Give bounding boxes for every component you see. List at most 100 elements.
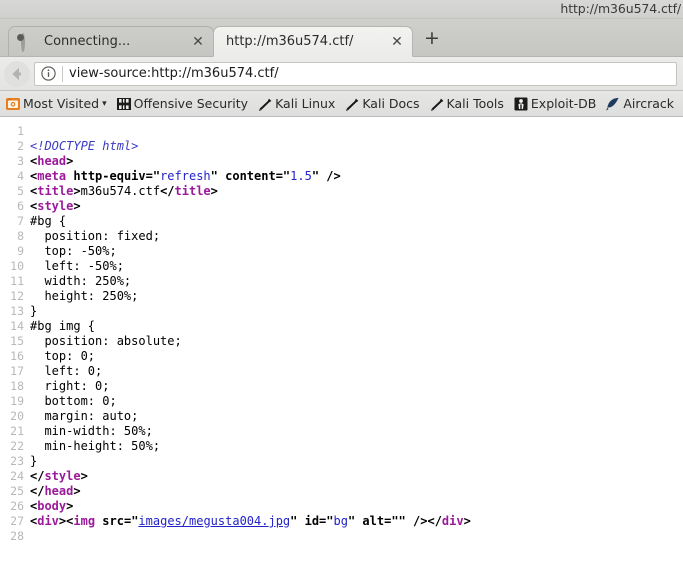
code-line: 25 </head> bbox=[0, 484, 683, 499]
code-token: top: -50%; bbox=[30, 244, 117, 258]
line-number: 28 bbox=[10, 529, 24, 543]
exploit-db-icon bbox=[514, 97, 528, 110]
code-text: margin: auto; bbox=[30, 409, 683, 424]
code-line: 1 bbox=[0, 124, 683, 139]
new-tab-button[interactable]: + bbox=[417, 24, 447, 54]
code-line: 24 </style> bbox=[0, 469, 683, 484]
chevron-down-icon[interactable]: ▾ bbox=[102, 99, 107, 109]
line-number: 1 bbox=[17, 124, 24, 138]
bookmark-label: Offensive Security bbox=[133, 96, 249, 111]
code-line: 26 <body> bbox=[0, 499, 683, 514]
back-button[interactable] bbox=[4, 60, 30, 87]
code-text: min-width: 50%; bbox=[30, 424, 683, 439]
code-text: <meta http-equiv="refresh" content="1.5"… bbox=[30, 169, 683, 184]
code-line: 4 <meta http-equiv="refresh" content="1.5… bbox=[0, 169, 683, 184]
code-text: right: 0; bbox=[30, 379, 683, 394]
code-token: bottom: 0; bbox=[30, 394, 117, 408]
code-text: <!DOCTYPE html> bbox=[30, 139, 683, 154]
line-number: 15 bbox=[10, 334, 24, 348]
code-text: <head> bbox=[30, 154, 683, 169]
code-token: > bbox=[73, 199, 81, 213]
code-text: #bg img { bbox=[30, 319, 683, 334]
code-line: 5 <title>m36u574.ctf</title> bbox=[0, 184, 683, 199]
code-token: head bbox=[44, 484, 74, 498]
code-text: } bbox=[30, 304, 683, 319]
code-text: <body> bbox=[30, 499, 683, 514]
url-bar[interactable]: view-source:http://m36u574.ctf/ bbox=[34, 61, 677, 86]
bookmark-kali-linux[interactable]: Kali Linux bbox=[257, 96, 335, 112]
window-title: http://m36u574.ctf/ bbox=[560, 1, 681, 16]
code-token: #bg img { bbox=[30, 319, 96, 333]
code-line: 19 bottom: 0; bbox=[0, 394, 683, 409]
code-text: position: fixed; bbox=[30, 229, 683, 244]
tab-close-icon[interactable]: ✕ bbox=[388, 33, 406, 51]
code-token: " bbox=[311, 169, 320, 183]
url-divider bbox=[62, 65, 63, 82]
info-circle-icon[interactable] bbox=[40, 65, 57, 82]
bookmark-label: Kali Docs bbox=[362, 96, 420, 111]
line-number: 2 bbox=[17, 139, 24, 153]
code-text: <style> bbox=[30, 199, 683, 214]
code-line: 20 margin: auto; bbox=[0, 409, 683, 424]
line-number: 8 bbox=[17, 229, 24, 243]
line-number: 3 bbox=[17, 154, 24, 168]
code-token: <!DOCTYPE html> bbox=[30, 139, 139, 153]
code-token: </ bbox=[30, 484, 45, 498]
line-number: 13 bbox=[10, 304, 24, 318]
code-line: 16 top: 0; bbox=[0, 349, 683, 364]
code-line: 22 min-height: 50%; bbox=[0, 439, 683, 454]
code-token: " bbox=[152, 169, 161, 183]
code-line: 12 height: 250%; bbox=[0, 289, 683, 304]
code-text: min-height: 50%; bbox=[30, 439, 683, 454]
most-visited-folder-icon bbox=[6, 97, 20, 110]
code-token: refresh bbox=[160, 169, 211, 183]
bookmark-aircrack[interactable]: Aircrack bbox=[605, 96, 674, 112]
code-text: <title>m36u574.ctf</title> bbox=[30, 184, 683, 199]
code-token: left: 0; bbox=[30, 364, 103, 378]
bookmark-most-visited[interactable]: Most Visited ▾ bbox=[5, 96, 107, 112]
code-token: title bbox=[174, 184, 211, 198]
code-token: src= bbox=[95, 514, 132, 528]
offensive-security-icon bbox=[116, 97, 131, 110]
code-token: </ bbox=[160, 184, 175, 198]
code-token: #bg { bbox=[30, 214, 67, 228]
code-token: left: -50%; bbox=[30, 259, 124, 273]
bookmark-kali-tools[interactable]: Kali Tools bbox=[429, 96, 504, 112]
kali-dragon-icon bbox=[346, 98, 359, 111]
bookmark-exploit-db[interactable]: Exploit-DB bbox=[513, 96, 596, 112]
code-line: 6 <style> bbox=[0, 199, 683, 214]
tab-view-source[interactable]: http://m36u574.ctf/ ✕ bbox=[213, 26, 413, 57]
code-token: m36u574.ctf bbox=[80, 184, 161, 198]
url-input[interactable]: view-source:http://m36u574.ctf/ bbox=[69, 66, 279, 81]
tab-connecting[interactable]: Connecting... ✕ bbox=[8, 26, 214, 56]
code-token: min-height: 50%; bbox=[30, 439, 161, 453]
code-text: top: 0; bbox=[30, 349, 683, 364]
line-number: 23 bbox=[10, 454, 24, 468]
code-token: style bbox=[37, 199, 74, 213]
code-token: } bbox=[30, 454, 38, 468]
code-token: > bbox=[73, 484, 81, 498]
bookmark-offensive-security[interactable]: Offensive Security bbox=[116, 96, 248, 112]
code-line: 14 #bg img { bbox=[0, 319, 683, 334]
code-token: img bbox=[73, 514, 96, 528]
code-token: > bbox=[210, 184, 218, 198]
code-line: 11 width: 250%; bbox=[0, 274, 683, 289]
code-token: > bbox=[66, 154, 74, 168]
code-line: 8 position: fixed; bbox=[0, 229, 683, 244]
view-source-content[interactable]: 1 2 <!DOCTYPE html> 3 <head> 4 <meta http-equi… bbox=[0, 117, 683, 577]
line-number: 9 bbox=[17, 244, 24, 258]
line-number: 17 bbox=[10, 364, 24, 378]
tab-strip: Connecting... ✕ http://m36u574.ctf/ ✕ + bbox=[0, 19, 683, 57]
line-number: 6 bbox=[17, 199, 24, 213]
code-token: div bbox=[37, 514, 59, 528]
line-number: 22 bbox=[10, 439, 24, 453]
tab-close-icon[interactable]: ✕ bbox=[189, 33, 207, 51]
source-link[interactable]: images/megusta004.jpg bbox=[138, 514, 290, 528]
code-token: body bbox=[37, 499, 67, 513]
bookmark-kali-docs[interactable]: Kali Docs bbox=[344, 96, 420, 112]
kali-dragon-icon bbox=[430, 98, 443, 111]
line-number: 25 bbox=[10, 484, 24, 498]
line-number: 27 bbox=[10, 514, 24, 528]
code-line: 17 left: 0; bbox=[0, 364, 683, 379]
